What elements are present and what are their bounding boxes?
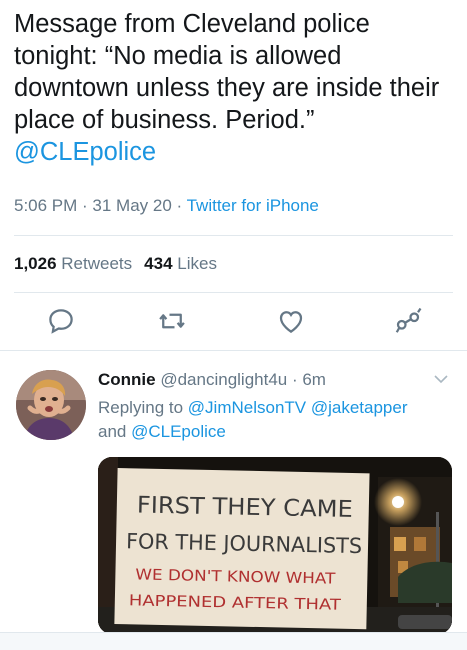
retweets-label: Retweets — [61, 254, 133, 273]
tweet-timestamp[interactable]: 5:06 PM · 31 May 20 · — [14, 196, 187, 215]
replying-mention-2[interactable]: @jaketapper — [311, 398, 408, 417]
retweet-icon[interactable] — [157, 306, 187, 336]
likes-count: 434 — [144, 254, 173, 273]
like-icon[interactable] — [276, 306, 306, 336]
chevron-down-icon[interactable] — [432, 370, 450, 388]
tweet-actions — [0, 306, 467, 342]
retweets-count: 1,026 — [14, 254, 57, 273]
reply-header: Connie @dancinglight4u · 6m — [98, 370, 326, 390]
tweet-source-link[interactable]: Twitter for iPhone — [187, 196, 319, 215]
retweets-stat[interactable]: 1,026 Retweets — [14, 254, 132, 273]
bottom-bar — [0, 632, 467, 650]
replying-mention-3[interactable]: @CLEpolice — [131, 422, 226, 441]
sign-line-1: FIRST THEY CAME — [137, 492, 353, 523]
reply-author-name[interactable]: Connie — [98, 370, 156, 389]
sign-line-2: FOR THE JOURNALISTS — [126, 529, 362, 558]
replying-to: Replying to @JimNelsonTV @jaketapper and… — [98, 396, 458, 444]
replying-mention-1[interactable]: @JimNelsonTV — [188, 398, 306, 417]
reply-tweet[interactable]: Connie @dancinglight4u · 6m Replying to … — [0, 356, 467, 650]
divider — [14, 292, 453, 293]
likes-stat[interactable]: 434 Likes — [144, 254, 217, 273]
reply-photo[interactable]: FIRST THEY CAME FOR THE JOURNALISTS WE D… — [98, 457, 452, 634]
protest-sign: FIRST THEY CAME FOR THE JOURNALISTS WE D… — [114, 468, 370, 630]
reply-author-handle[interactable]: @dancinglight4u — [160, 370, 287, 389]
likes-label: Likes — [177, 254, 217, 273]
reply-icon[interactable] — [46, 306, 76, 336]
share-icon[interactable] — [393, 306, 423, 336]
divider — [14, 235, 453, 236]
tweet-stats: 1,026 Retweets 434 Likes — [14, 254, 217, 274]
reply-time: · 6m — [287, 370, 326, 389]
replying-prefix: Replying to — [98, 398, 188, 417]
tweet-text: Message from Cleveland police tonight: “… — [14, 8, 454, 168]
tweet-meta: 5:06 PM · 31 May 20 · Twitter for iPhone — [14, 196, 319, 216]
replying-and: and — [98, 422, 132, 441]
tweet-body: Message from Cleveland police tonight: “… — [14, 10, 440, 134]
divider — [0, 350, 467, 351]
avatar[interactable] — [16, 370, 86, 440]
mention-link[interactable]: @CLEpolice — [14, 136, 454, 168]
